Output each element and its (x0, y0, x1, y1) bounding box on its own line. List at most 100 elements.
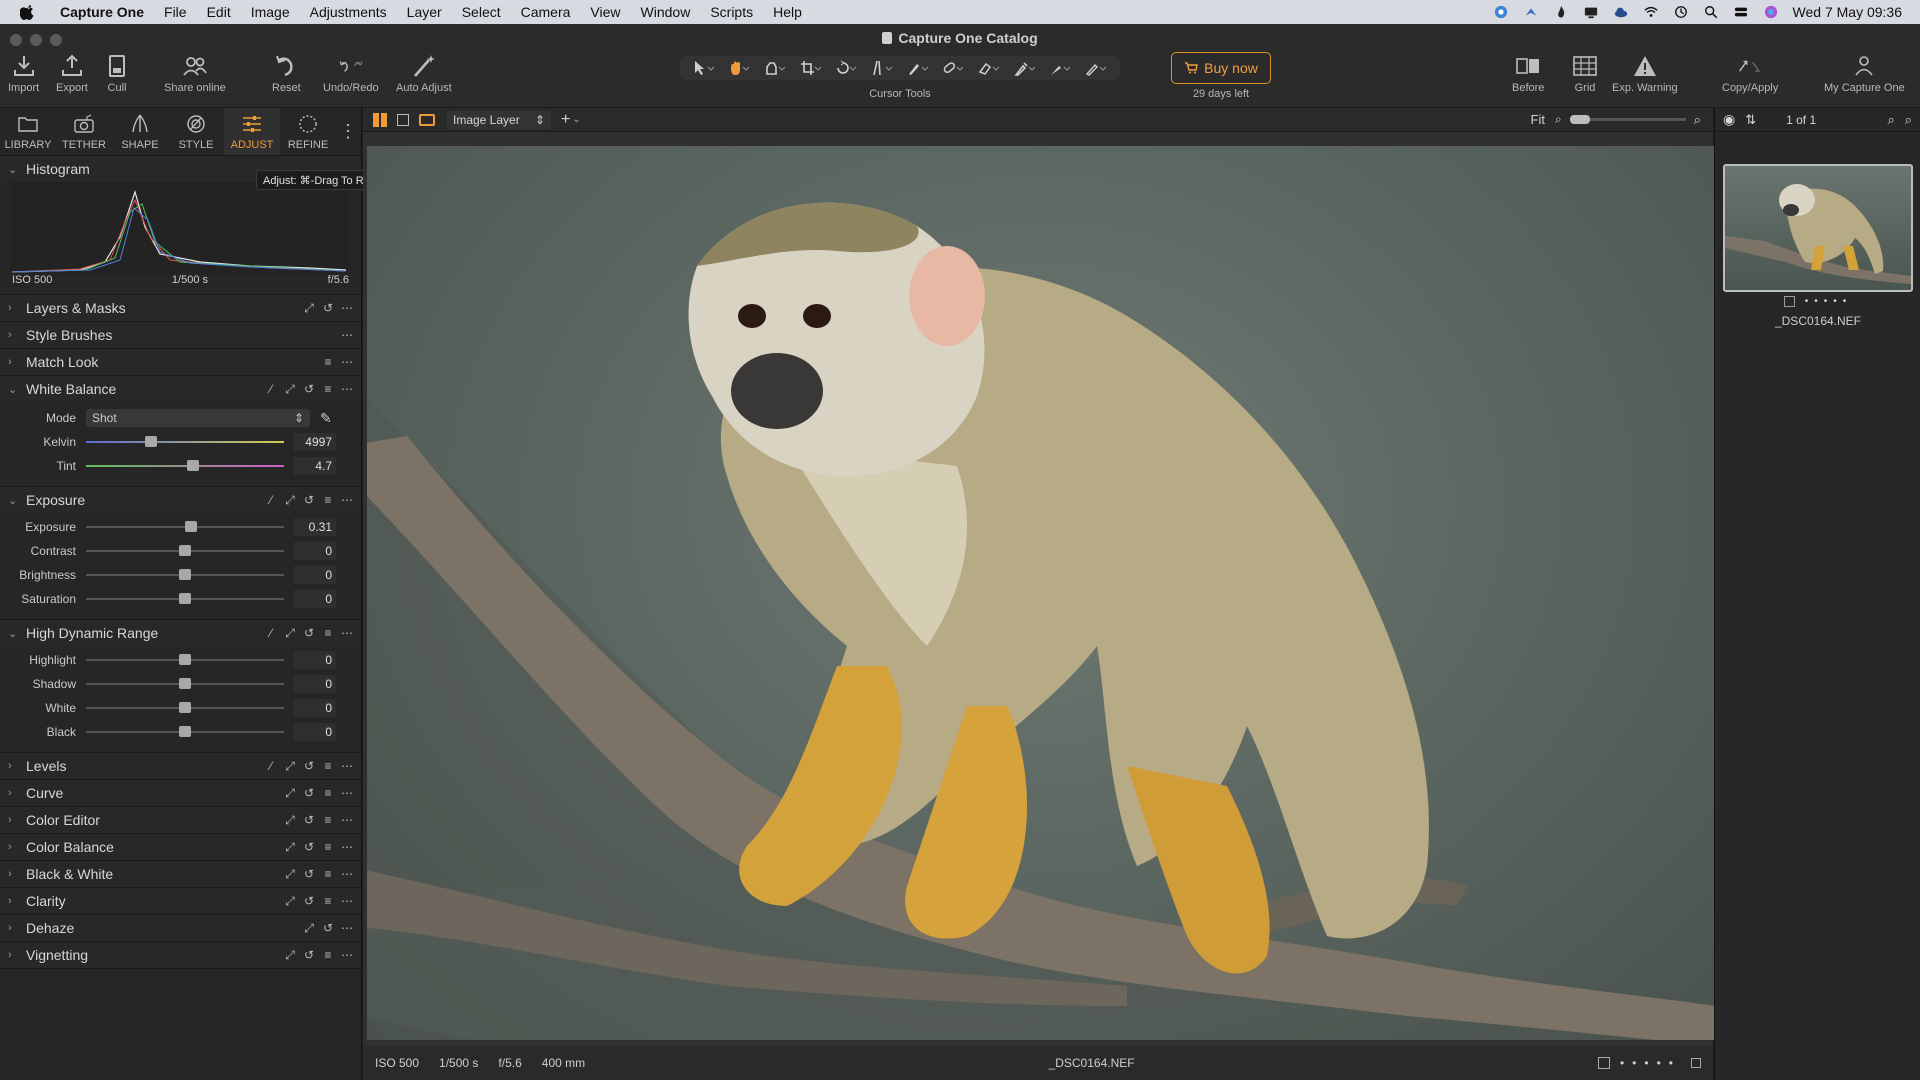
help-icon[interactable]: ⤢ (284, 813, 296, 828)
more-icon[interactable]: ⋯ (341, 355, 353, 369)
eraser-cursor-tool[interactable] (975, 59, 1003, 77)
black-slider[interactable] (86, 726, 284, 737)
export-button[interactable]: Export (56, 54, 88, 94)
reset-section-icon[interactable]: ↺ (303, 382, 315, 396)
vignetting-header[interactable]: › Vignetting ⤢ ↺ ≡ ⋯ (0, 942, 361, 968)
saturation-slider[interactable] (86, 593, 284, 604)
auto-wand-icon[interactable]: ⁄ (265, 493, 277, 507)
black-knob[interactable] (179, 726, 191, 737)
footer-rating-stars[interactable]: ••••• (1620, 1056, 1681, 1070)
zoom-out-icon[interactable]: ⌕ (1555, 112, 1562, 127)
browser-search-icon[interactable]: ⌕ (1887, 112, 1894, 128)
help-icon[interactable]: ⤢ (284, 786, 296, 801)
wifi-icon[interactable] (1643, 5, 1659, 19)
white-balance-header[interactable]: ⌄ White Balance ⁄ ⤢ ↺ ≡ ⋯ (0, 376, 361, 402)
highlight-knob[interactable] (179, 654, 191, 665)
black-white-header[interactable]: › Black & White ⤢ ↺ ≡ ⋯ (0, 861, 361, 887)
reset-button[interactable]: Reset (272, 54, 301, 94)
color-editor-header[interactable]: › Color Editor ⤢ ↺ ≡ ⋯ (0, 807, 361, 833)
kelvin-value[interactable]: 4997 (294, 433, 336, 451)
loupe-cursor-tool[interactable] (761, 59, 789, 77)
more-icon[interactable]: ⋯ (341, 493, 353, 507)
curve-header[interactable]: › Curve ⤢ ↺ ≡ ⋯ (0, 780, 361, 806)
menu-window[interactable]: Window (631, 4, 701, 20)
rotate-cursor-tool[interactable] (832, 59, 860, 77)
apple-icon[interactable] (20, 4, 36, 20)
help-icon[interactable]: ⤢ (303, 921, 315, 936)
white-knob[interactable] (179, 702, 191, 713)
fit-zoom-label[interactable]: Fit (1531, 112, 1545, 127)
menu-select[interactable]: Select (452, 4, 511, 20)
display-icon[interactable] (1583, 5, 1599, 19)
wb-picker-cursor-tool[interactable] (1046, 59, 1074, 77)
contrast-value[interactable]: 0 (294, 542, 336, 560)
white-value[interactable]: 0 (294, 699, 336, 717)
reset-section-icon[interactable]: ↺ (303, 493, 315, 507)
reset-section-icon[interactable]: ↺ (303, 948, 315, 962)
more-icon[interactable]: ⋯ (341, 301, 353, 315)
tab-shape[interactable]: SHAPE (112, 108, 168, 155)
tint-slider[interactable] (86, 460, 284, 471)
brightness-slider[interactable] (86, 569, 284, 580)
tab-refine[interactable]: REFINE (280, 108, 336, 155)
help-icon[interactable]: ⤢ (284, 626, 296, 641)
share-online-button[interactable]: Share online (164, 54, 226, 94)
menu-scripts[interactable]: Scripts (700, 4, 763, 20)
shadow-value[interactable]: 0 (294, 675, 336, 693)
tint-value[interactable]: 4.7 (294, 457, 336, 475)
more-icon[interactable]: ⋯ (341, 759, 353, 773)
more-icon[interactable]: ⋯ (341, 894, 353, 908)
menu-layer[interactable]: Layer (397, 4, 452, 20)
more-icon[interactable]: ⋯ (341, 328, 353, 342)
bird-icon[interactable] (1523, 5, 1539, 19)
single-view-icon[interactable] (397, 113, 409, 126)
layers-masks-header[interactable]: › Layers & Masks ⤢ ↺ ⋯ (0, 295, 361, 321)
buy-now-button[interactable]: Buy now (1171, 52, 1271, 84)
browser-zoom-icon[interactable]: ⌕ (1905, 112, 1912, 128)
layer-select[interactable]: Image Layer ⇕ (447, 110, 551, 129)
auto-wand-icon[interactable]: ⁄ (265, 759, 277, 773)
menu-image[interactable]: Image (241, 4, 300, 20)
help-icon[interactable]: ⤢ (284, 948, 296, 963)
saturation-knob[interactable] (179, 593, 191, 604)
exposure-slider[interactable] (86, 521, 284, 532)
more-icon[interactable]: ⋯ (341, 382, 353, 396)
menu-adjustments[interactable]: Adjustments (300, 4, 397, 20)
presets-icon[interactable]: ≡ (322, 867, 334, 881)
help-icon[interactable]: ⤢ (284, 493, 296, 508)
sort-icon[interactable]: ⇅ (1745, 112, 1756, 128)
white-slider[interactable] (86, 702, 284, 713)
keystone-cursor-tool[interactable] (868, 59, 896, 77)
my-capture-one-button[interactable]: My Capture One (1824, 54, 1905, 94)
presets-icon[interactable]: ≡ (322, 894, 334, 908)
reset-section-icon[interactable]: ↺ (303, 867, 315, 881)
reset-section-icon[interactable]: ↺ (303, 759, 315, 773)
reset-section-icon[interactable]: ↺ (303, 840, 315, 854)
presets-icon[interactable]: ≡ (322, 759, 334, 773)
style-brushes-header[interactable]: › Style Brushes ⋯ (0, 322, 361, 348)
presets-icon[interactable]: ≡ (322, 948, 334, 962)
reset-section-icon[interactable]: ↺ (322, 301, 334, 315)
zoom-knob[interactable] (1569, 115, 1590, 124)
help-icon[interactable]: ⤢ (284, 867, 296, 882)
menu-app-name[interactable]: Capture One (50, 4, 154, 20)
highlight-value[interactable]: 0 (294, 651, 336, 669)
tint-knob[interactable] (187, 460, 199, 471)
spotlight-search-icon[interactable] (1703, 5, 1719, 19)
siri-icon[interactable] (1763, 5, 1779, 19)
auto-wand-icon[interactable]: ⁄ (265, 382, 277, 396)
saturation-value[interactable]: 0 (294, 590, 336, 608)
thumbnail[interactable] (1723, 164, 1913, 292)
cull-button[interactable]: Cull (104, 54, 130, 94)
before-button[interactable]: Before (1512, 54, 1544, 94)
tab-adjust[interactable]: ADJUST (224, 108, 280, 155)
contrast-knob[interactable] (179, 545, 191, 556)
exposure-value[interactable]: 0.31 (294, 518, 336, 536)
brightness-knob[interactable] (179, 569, 191, 580)
menu-view[interactable]: View (580, 4, 630, 20)
undo-redo-button[interactable]: Undo/Redo (323, 54, 379, 94)
help-icon[interactable]: ⤢ (284, 840, 296, 855)
more-icon[interactable]: ⋯ (341, 867, 353, 881)
tab-tether[interactable]: TETHER (56, 108, 112, 155)
contrast-slider[interactable] (86, 545, 284, 556)
